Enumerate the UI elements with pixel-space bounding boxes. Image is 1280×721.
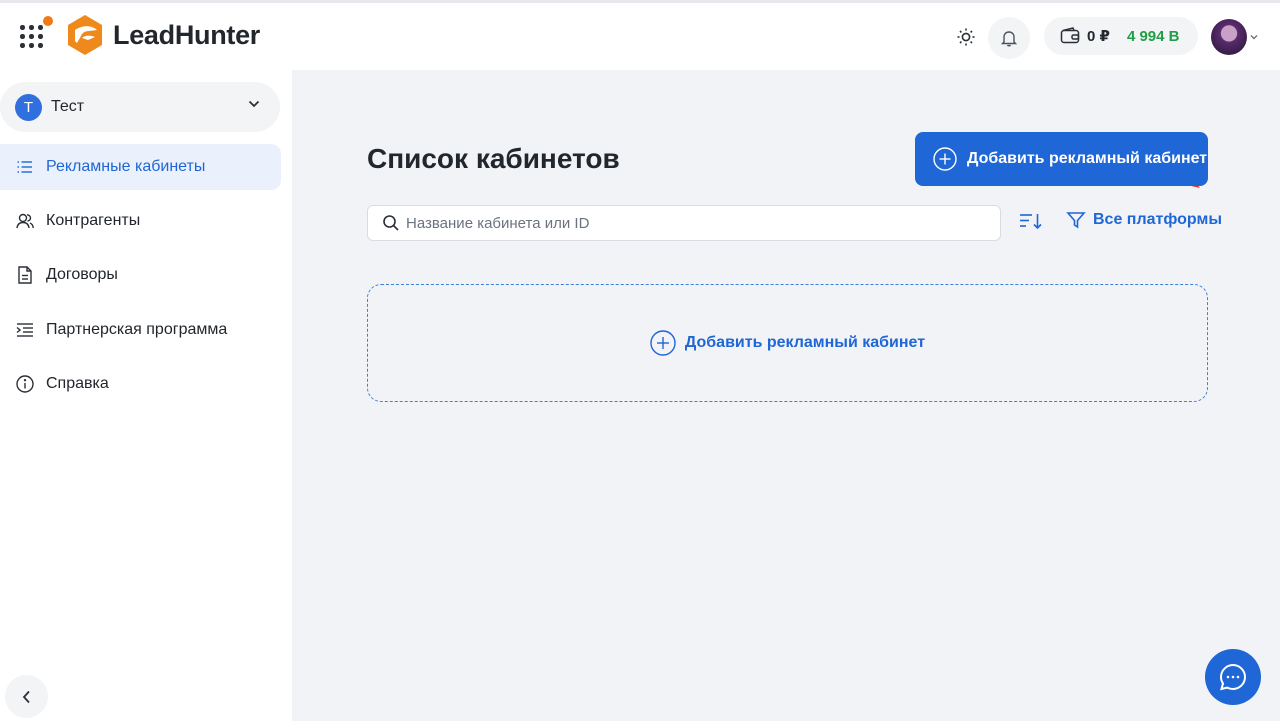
chevron-left-icon [22,690,30,703]
users-icon [16,213,34,229]
indent-list-icon [16,323,33,337]
sidebar-item-ad-accounts[interactable]: Рекламные кабинеты [0,144,281,190]
support-chat-button[interactable] [1205,649,1261,705]
sidebar-item-contracts[interactable]: Договоры [0,252,281,298]
sidebar: Т Тест Рекламные кабинеты Контрагенты До… [0,70,292,721]
filter-icon [1066,212,1086,229]
page-title: Список кабинетов [367,143,620,174]
sidebar-item-help[interactable]: Справка [0,361,281,407]
brand-name: LeadHunter [113,19,261,50]
sort-icon [1020,214,1042,230]
chevron-down-icon[interactable] [1250,34,1258,40]
sort-button[interactable] [1019,211,1043,236]
platforms-filter[interactable]: Все платформы [1066,210,1222,230]
add-ad-account-button[interactable]: Добавить рекламный кабинет [915,132,1208,186]
notifications-button[interactable] [988,17,1030,59]
top-header: LeadHunter 0 ₽ 4 994 B [0,3,1280,70]
notification-dot [43,16,53,26]
account-initial: Т [15,93,42,121]
plus-circle-icon [933,147,957,171]
document-icon [18,266,32,284]
balance-value: 0 ₽ [1087,28,1110,45]
bonus-value: 4 994 B [1126,27,1180,45]
apps-menu-button[interactable] [18,16,53,49]
sidebar-item-label: Контрагенты [46,212,141,229]
wallet-balance[interactable]: 0 ₽ 4 994 B [1044,17,1198,55]
theme-toggle-button[interactable] [951,22,981,52]
empty-add-ad-account-card[interactable]: Добавить рекламный кабинет [367,284,1208,402]
sun-icon [957,28,975,46]
sidebar-item-label: Договоры [46,266,118,283]
search-icon [383,215,399,231]
collapse-sidebar-button[interactable] [5,675,48,718]
add-button-label: Добавить рекламный кабинет [967,150,1208,167]
logo[interactable]: LeadHunter [66,14,260,56]
account-selector[interactable]: Т Тест [0,82,280,132]
search-input[interactable] [406,214,986,232]
plus-circle-icon [650,330,676,356]
wallet-icon [1060,27,1080,44]
empty-add-label: Добавить рекламный кабинет [684,334,926,351]
account-name: Тест [51,98,85,115]
chevron-down-icon [248,100,260,108]
platforms-filter-label: Все платформы [1093,211,1222,228]
sidebar-item-label: Рекламные кабинеты [46,158,206,175]
sidebar-item-label: Партнерская программа [46,321,228,338]
sidebar-item-label: Справка [46,375,109,392]
bell-icon [1000,31,1018,47]
sidebar-item-partner-program[interactable]: Партнерская программа [0,307,281,353]
list-icon [17,161,32,173]
chat-icon [1219,663,1247,691]
info-icon [16,375,34,393]
sidebar-item-counterparties[interactable]: Контрагенты [0,198,281,244]
main-content: Список кабинетов Добавить рекламный каби… [292,70,1280,721]
leadhunter-logo-icon [68,15,102,55]
apps-grid-icon [20,25,25,30]
search-box [367,205,1001,241]
avatar[interactable] [1211,19,1247,55]
